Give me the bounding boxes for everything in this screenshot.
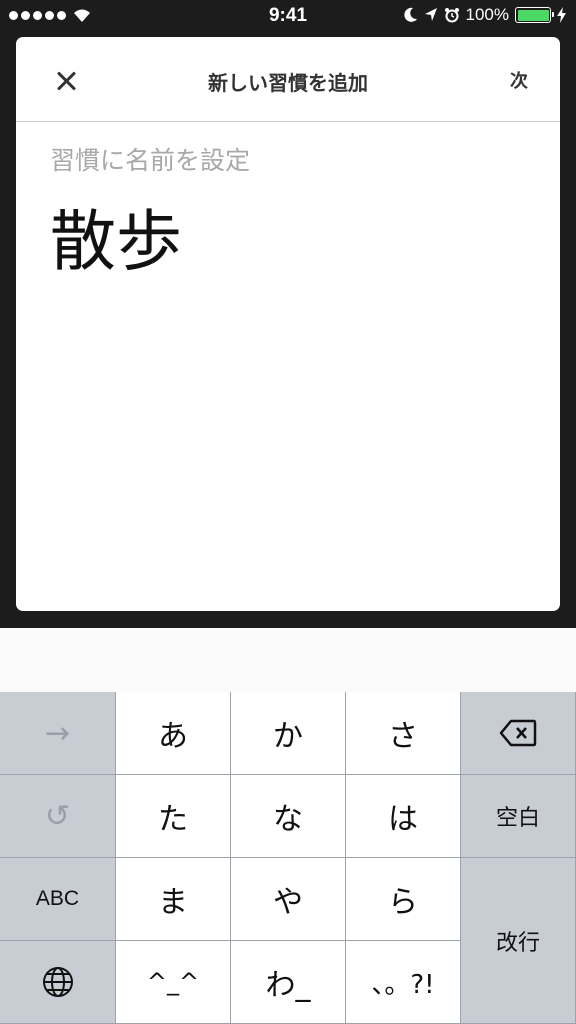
return-key[interactable]: 改行: [461, 858, 576, 1024]
undo-icon: ↺: [44, 798, 71, 834]
add-habit-card: 新しい習慣を追加 次 習慣に名前を設定: [16, 37, 560, 611]
abc-key[interactable]: ABC: [0, 858, 116, 941]
next-candidate-key[interactable]: →: [0, 692, 116, 775]
arrow-right-icon: →: [44, 715, 71, 751]
page-title: 新しい習慣を追加: [208, 71, 368, 95]
space-key[interactable]: 空白: [461, 775, 576, 858]
battery-icon: [515, 7, 554, 23]
status-right: 100%: [403, 5, 566, 25]
battery-percent: 100%: [465, 5, 509, 24]
status-bar: 9:41 100%: [0, 0, 576, 34]
alarm-icon: [444, 8, 459, 23]
japanese-kana-keyboard: → あ か さ ↺ た な は 空白 ABC ま や ら 改行 ^_^ わ_ 、…: [0, 692, 576, 1024]
globe-key[interactable]: [0, 941, 116, 1024]
emoticon-key[interactable]: ^_^: [116, 941, 231, 1024]
kana-key-ma[interactable]: ま: [116, 858, 231, 941]
kana-key-wa[interactable]: わ_: [231, 941, 346, 1024]
battery-level: [517, 9, 549, 21]
moon-icon: [403, 7, 417, 22]
habit-name-label: 習慣に名前を設定: [50, 146, 251, 175]
kana-key-ra[interactable]: ら: [346, 858, 461, 941]
undo-key[interactable]: ↺: [0, 775, 116, 858]
location-arrow-icon: [424, 8, 437, 21]
charging-bolt-icon: [557, 7, 566, 23]
next-button[interactable]: 次: [510, 67, 528, 93]
backspace-key[interactable]: [461, 692, 576, 775]
punctuation-key[interactable]: 、。?!: [346, 941, 461, 1024]
globe-icon: [42, 967, 73, 997]
backspace-icon: [499, 719, 537, 747]
kana-key-a[interactable]: あ: [116, 692, 231, 775]
card-header: 新しい習慣を追加 次: [16, 37, 560, 122]
kana-key-ka[interactable]: か: [231, 692, 346, 775]
kana-key-ha[interactable]: は: [346, 775, 461, 858]
kana-key-ta[interactable]: た: [116, 775, 231, 858]
kana-key-sa[interactable]: さ: [346, 692, 461, 775]
kana-key-ya[interactable]: や: [231, 858, 346, 941]
keyboard-accessory-bar: [0, 628, 576, 692]
habit-name-input[interactable]: [50, 197, 530, 274]
kana-key-na[interactable]: な: [231, 775, 346, 858]
